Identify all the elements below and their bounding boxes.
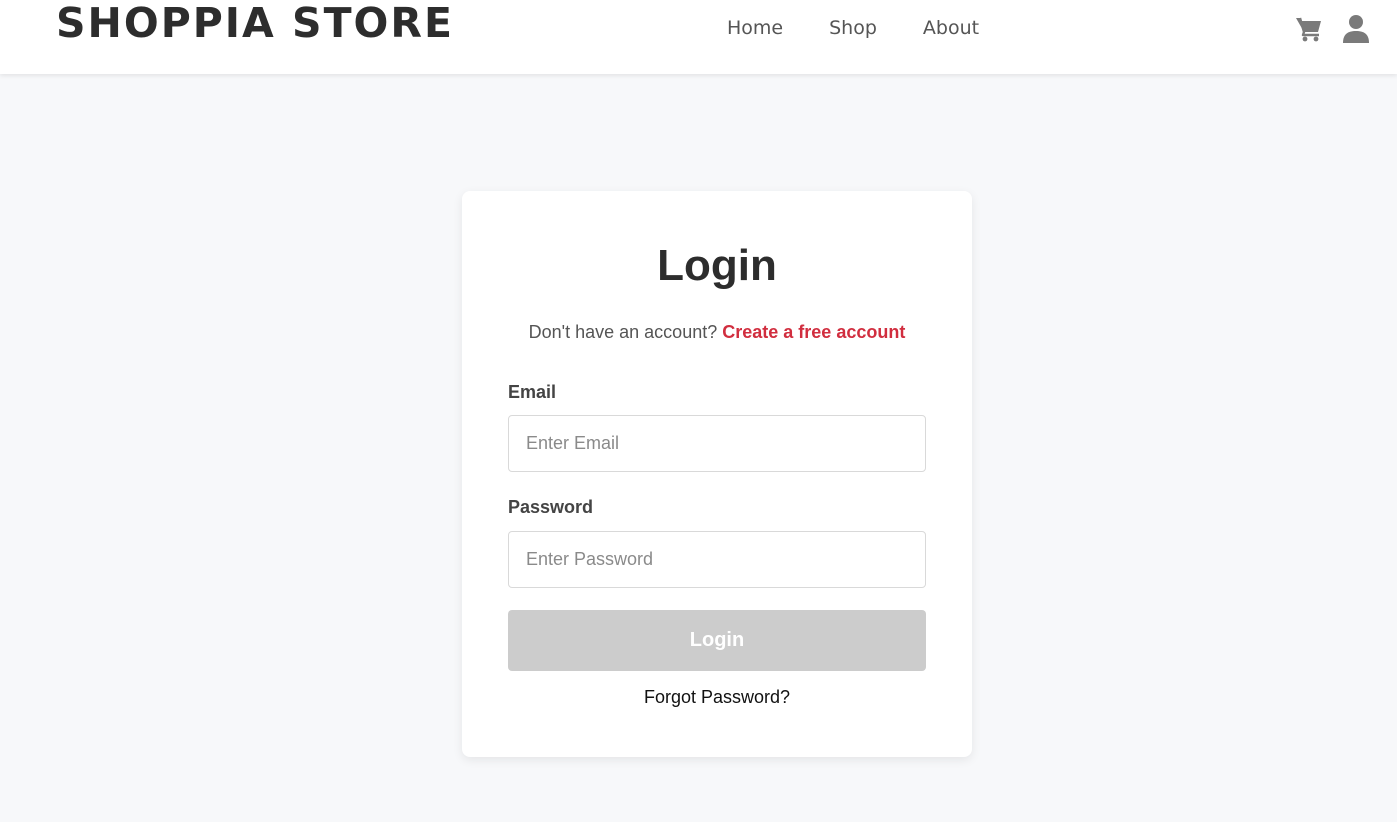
main-nav: Home Shop About (727, 14, 979, 42)
create-account-link[interactable]: Create a free account (722, 322, 905, 342)
brand-logo[interactable]: SHOPPIA STORE (56, 0, 454, 46)
signup-prompt: Don't have an account? Create a free acc… (462, 320, 972, 344)
nav-home-link[interactable]: Home (727, 14, 783, 42)
email-label: Email (508, 382, 557, 402)
password-label: Password (508, 497, 594, 517)
signup-prompt-text: Don't have an account? (528, 322, 718, 342)
user-icon[interactable] (1342, 14, 1370, 44)
forgot-password-link[interactable]: Forgot Password? (462, 685, 972, 709)
login-title: Login (657, 241, 777, 290)
cart-icon[interactable] (1295, 14, 1323, 44)
login-button[interactable]: Login (508, 610, 926, 671)
login-card: Login Don't have an account? Create a fr… (462, 191, 972, 757)
top-navbar: SHOPPIA STORE Home Shop About (0, 0, 1397, 74)
email-field[interactable] (508, 415, 926, 472)
nav-shop-link[interactable]: Shop (829, 14, 877, 42)
password-field[interactable] (508, 531, 926, 588)
nav-about-link[interactable]: About (923, 14, 979, 42)
